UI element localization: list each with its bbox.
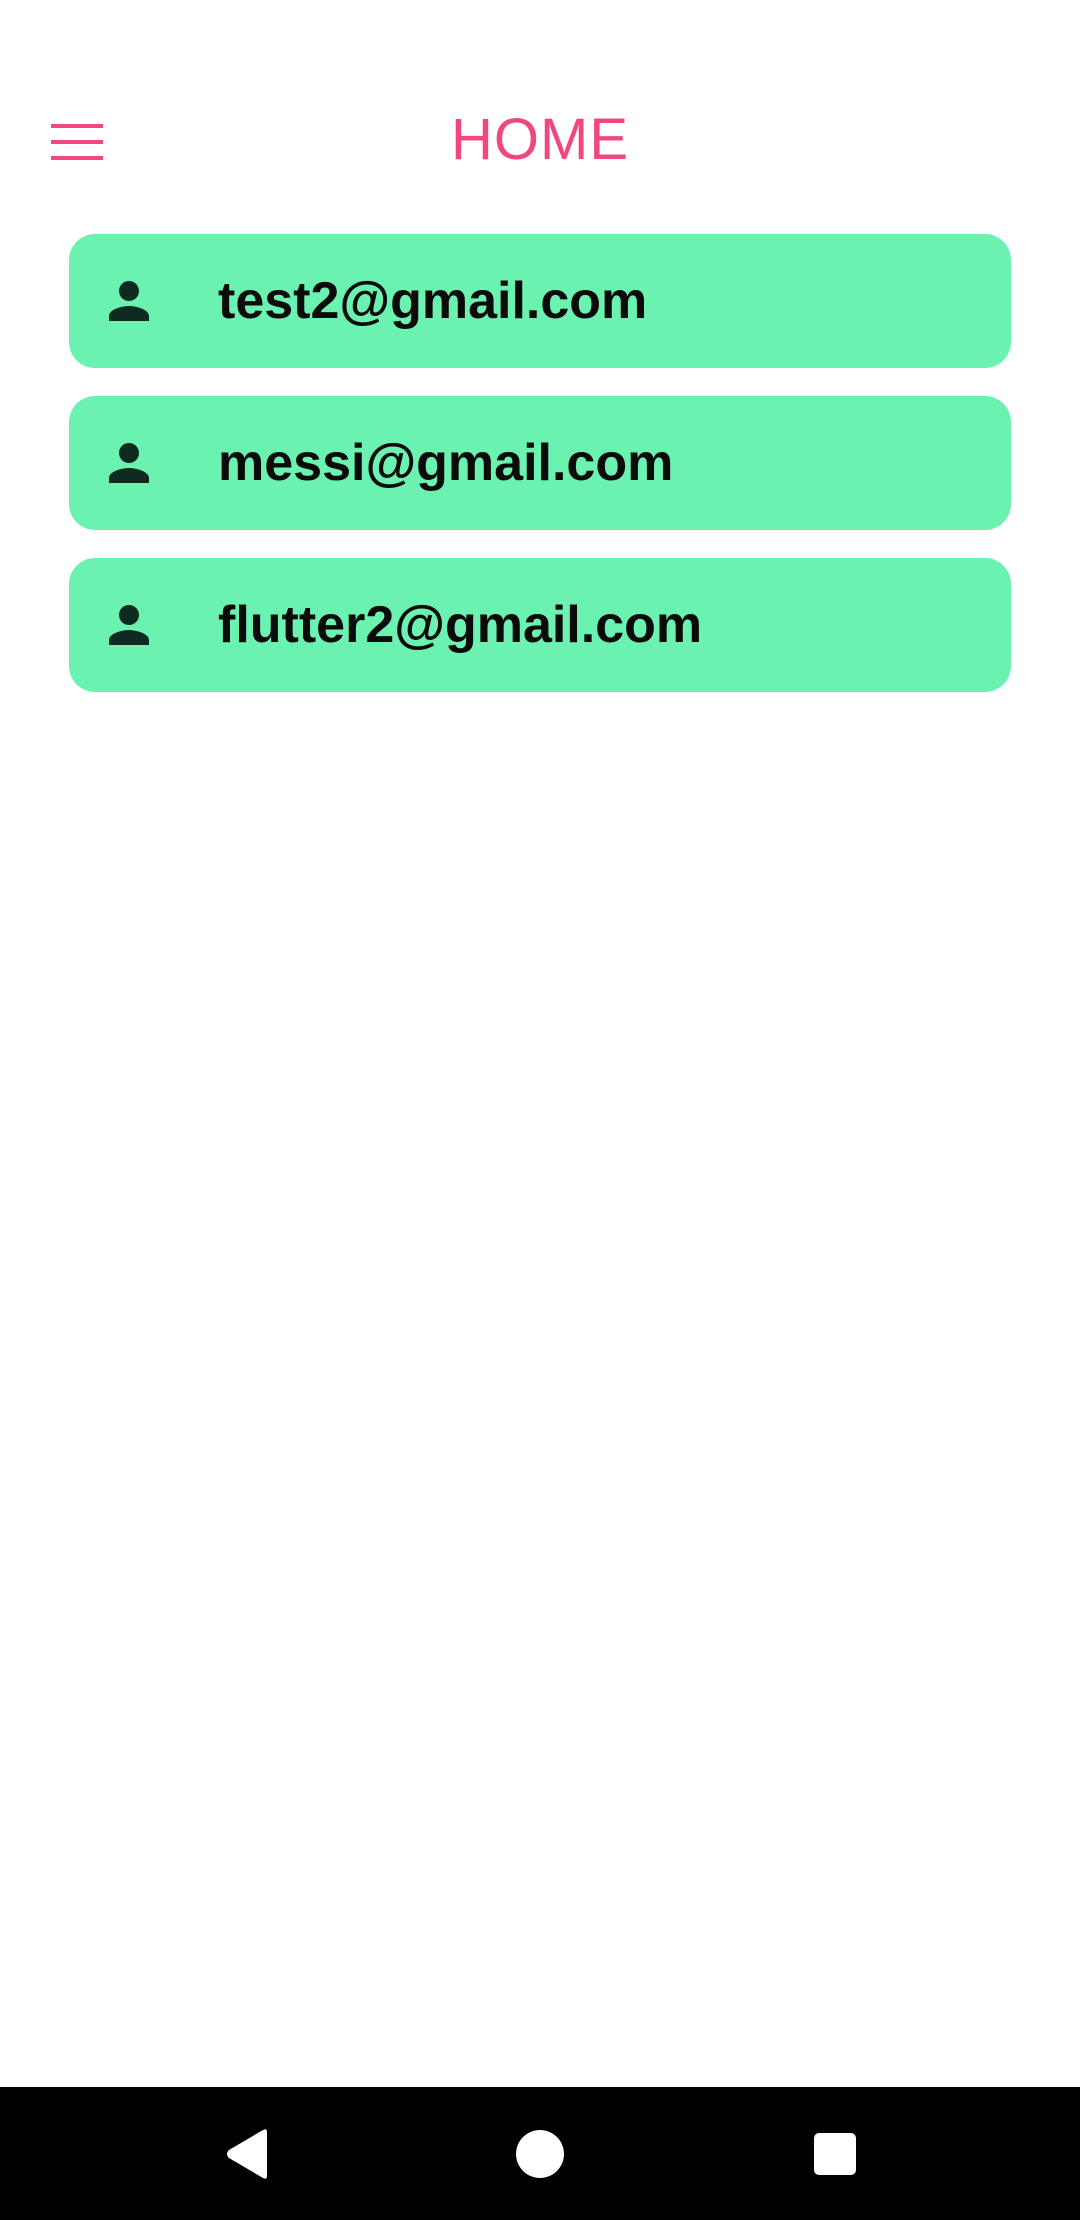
nav-back-button[interactable]: [202, 2109, 292, 2199]
nav-recents-button[interactable]: [790, 2109, 880, 2199]
user-list-item[interactable]: test2@gmail.com: [69, 234, 1011, 368]
person-icon: [109, 605, 149, 645]
system-navigation-bar: [0, 2087, 1080, 2220]
back-icon: [227, 2129, 267, 2179]
home-icon: [516, 2130, 564, 2178]
recents-icon: [814, 2133, 856, 2175]
nav-home-button[interactable]: [495, 2109, 585, 2199]
person-icon: [109, 443, 149, 483]
user-list: test2@gmail.com messi@gmail.com flutter2…: [69, 234, 1011, 720]
user-email: test2@gmail.com: [218, 272, 648, 330]
user-list-item[interactable]: messi@gmail.com: [69, 396, 1011, 530]
person-icon: [109, 281, 149, 321]
page-title: HOME: [451, 107, 629, 172]
app-bar: HOME: [0, 0, 1080, 210]
user-email: messi@gmail.com: [218, 434, 674, 492]
user-list-item[interactable]: flutter2@gmail.com: [69, 558, 1011, 692]
user-email: flutter2@gmail.com: [218, 596, 703, 654]
